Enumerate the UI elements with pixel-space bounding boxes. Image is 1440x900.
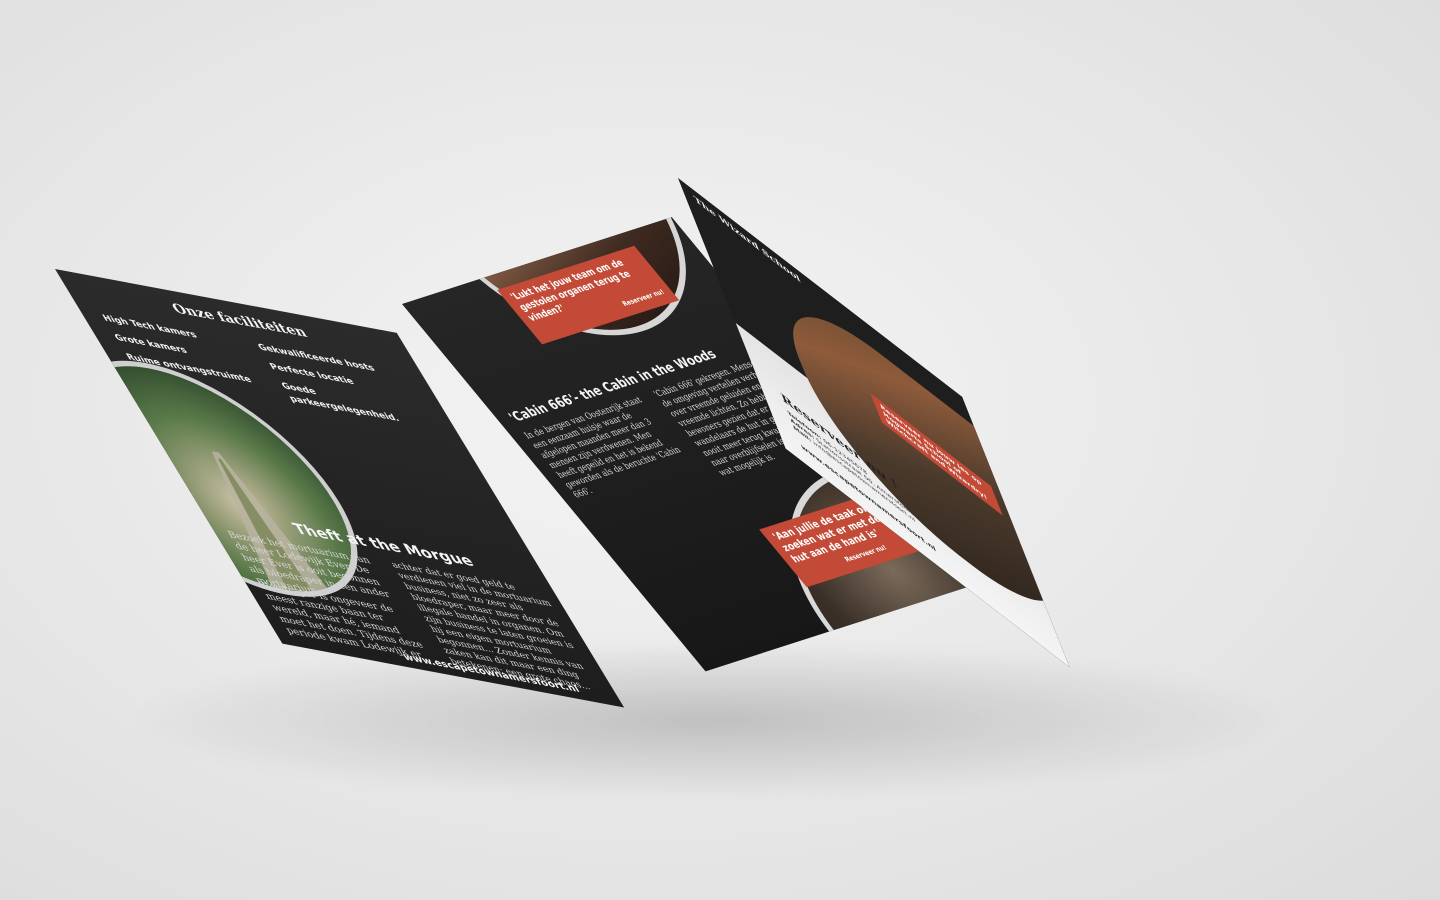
brochure-mockup-scene: Onze faciliteiten High Tech kamers Grote…: [0, 0, 1440, 900]
